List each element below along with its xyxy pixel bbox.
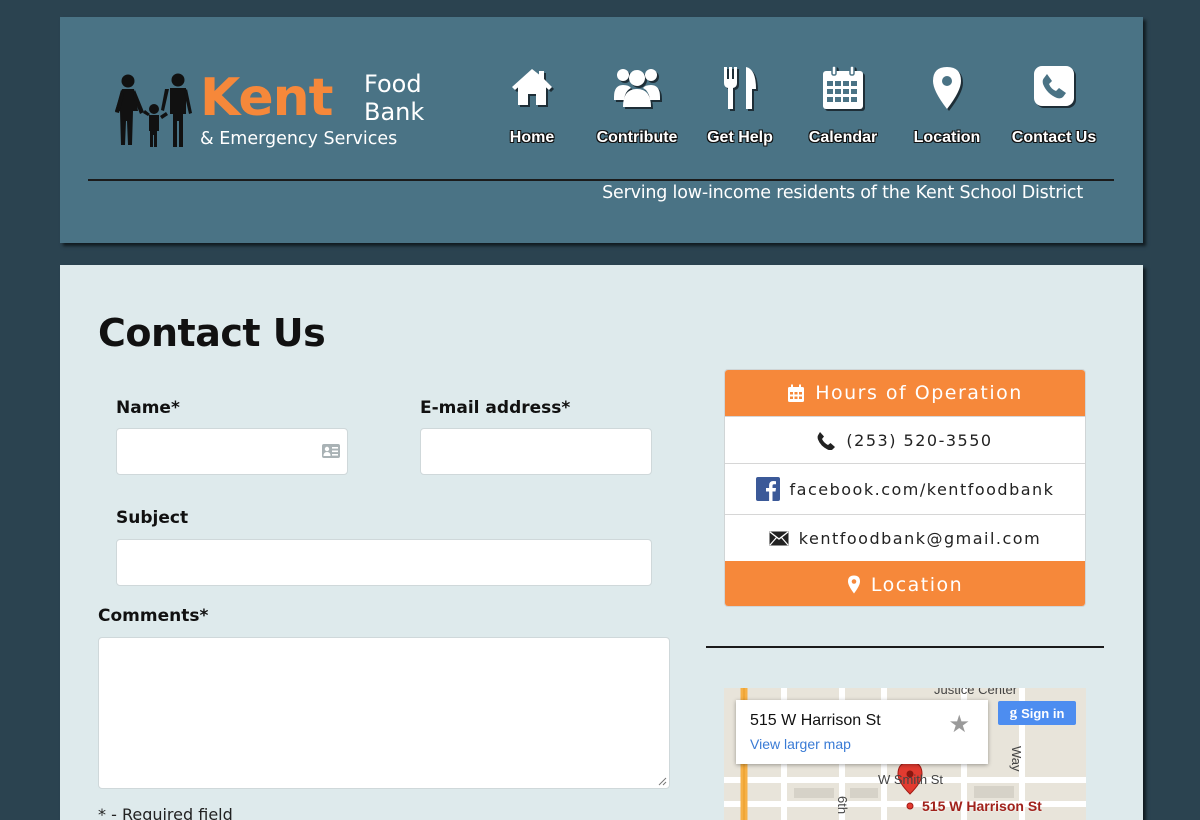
nav-label-get-help: Get Help	[707, 129, 773, 146]
nav-item-home[interactable]: Home	[482, 65, 582, 160]
phone-icon	[817, 431, 836, 450]
home-icon	[482, 65, 582, 113]
calendar-icon	[787, 384, 805, 403]
map-info-card: 515 W Harrison St View larger map ★	[736, 700, 988, 764]
phone-square-icon	[1004, 65, 1104, 113]
facebook-row[interactable]: facebook.com/kentfoodbank	[725, 463, 1085, 514]
facebook-icon	[755, 477, 780, 501]
map-street-way: Way	[1009, 746, 1024, 772]
embedded-map[interactable]: Justice Center W Smith St 6th Way 515 W …	[724, 688, 1086, 820]
save-star-icon[interactable]: ★	[948, 710, 970, 738]
hours-of-operation-label: Hours of Operation	[815, 382, 1023, 404]
sign-in-label: Sign in	[1021, 705, 1065, 721]
nav-label-home: Home	[509, 129, 555, 146]
nav-item-calendar[interactable]: Calendar	[793, 65, 893, 160]
comments-label: Comments*	[98, 606, 209, 626]
calendar-icon	[793, 65, 893, 113]
header-divider	[88, 179, 1114, 181]
nav-label-contact-us: Contact Us	[1011, 129, 1097, 146]
nav-label-location: Location	[913, 129, 981, 146]
nav-item-contact-us[interactable]: Contact Us	[1004, 65, 1104, 160]
name-label: Name*	[116, 398, 180, 418]
site-header: Kent Food Bank & Emergency Services Home	[60, 17, 1143, 243]
facebook-link: facebook.com/kentfoodbank	[789, 479, 1055, 499]
site-tagline: Serving low-income residents of the Kent…	[602, 183, 1083, 203]
location-label: Location	[870, 573, 964, 596]
nav-label-calendar: Calendar	[808, 129, 878, 146]
site-logo[interactable]: Kent Food Bank & Emergency Services	[112, 67, 452, 167]
map-address: 515 W Harrison St	[750, 712, 881, 729]
logo-food-text: Food	[364, 70, 422, 98]
envelope-icon	[769, 530, 789, 546]
logo-subtitle: & Emergency Services	[200, 129, 398, 149]
map-street-6th: 6th	[835, 796, 850, 815]
phone-number: (253) 520-3550	[846, 430, 993, 450]
nav-item-get-help[interactable]: Get Help	[690, 65, 790, 160]
subject-label: Subject	[116, 508, 189, 528]
nav-item-location[interactable]: Location	[897, 65, 997, 160]
email-link: kentfoodbank@gmail.com	[798, 528, 1042, 548]
users-icon	[587, 65, 687, 113]
comments-textarea[interactable]	[98, 637, 670, 789]
required-field-note: * - Required field	[98, 805, 233, 820]
map-marker-icon	[897, 65, 997, 113]
logo-kent-text: Kent	[200, 68, 334, 128]
map-sign-in-button[interactable]: g Sign in	[998, 701, 1076, 725]
subject-input[interactable]	[116, 539, 652, 586]
hours-of-operation-button[interactable]: Hours of Operation	[725, 370, 1085, 416]
contact-card-icon	[321, 443, 341, 463]
email-row[interactable]: kentfoodbank@gmail.com	[725, 514, 1085, 561]
utensils-icon	[690, 65, 790, 113]
map-pin-label: 515 W Harrison St	[922, 798, 1042, 814]
nav-label-contribute: Contribute	[596, 129, 678, 146]
page-title: Contact Us	[98, 311, 326, 355]
map-street-justice: Justice Center	[934, 688, 1018, 697]
main-content: Contact Us Name* E-mail address* Subject…	[60, 265, 1143, 820]
nav-item-contribute[interactable]: Contribute	[587, 65, 687, 160]
family-figures-icon	[115, 73, 192, 147]
phone-row[interactable]: (253) 520-3550	[725, 416, 1085, 463]
resize-handle-icon[interactable]	[657, 776, 667, 786]
google-plus-icon: g	[1009, 704, 1018, 721]
contact-info-panel: Hours of Operation (253) 520-3550 facebo…	[724, 369, 1086, 607]
logo-bank-text: Bank	[364, 98, 425, 126]
view-larger-map-link[interactable]: View larger map	[750, 736, 851, 752]
map-street-w-smith: W Smith St	[878, 772, 944, 787]
map-marker-icon	[847, 575, 861, 594]
email-label: E-mail address*	[420, 398, 571, 418]
name-input[interactable]	[116, 428, 348, 475]
email-input[interactable]	[420, 428, 652, 475]
sidebar-divider	[706, 646, 1104, 648]
location-button[interactable]: Location	[725, 561, 1085, 606]
